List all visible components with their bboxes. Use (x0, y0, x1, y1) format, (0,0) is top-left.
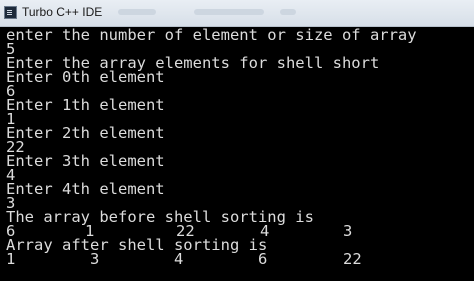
prompt-line: Enter 1th element (6, 96, 165, 114)
prompt-line: Enter 2th element (6, 124, 165, 142)
blurred-tab-area (280, 9, 296, 15)
after-value: 4 (174, 250, 184, 268)
turbo-cpp-window: Turbo C++ IDE enter the number of elemen… (0, 0, 474, 281)
after-value: 22 (343, 250, 362, 268)
prompt-line: Enter 0th element (6, 68, 165, 86)
prompt-line: Enter 3th element (6, 152, 165, 170)
prompt-line: Enter 4th element (6, 180, 165, 198)
title-bar[interactable]: Turbo C++ IDE (0, 0, 474, 27)
after-value: 1 (6, 250, 16, 268)
console-app-icon (4, 6, 17, 19)
console-output[interactable]: enter the number of element or size of a… (0, 27, 474, 281)
before-value: 3 (343, 222, 353, 240)
after-value: 3 (90, 250, 100, 268)
window-title: Turbo C++ IDE (22, 5, 103, 19)
blurred-tab-area (194, 9, 264, 15)
blurred-tab-area (118, 9, 156, 15)
prompt-line: enter the number of element or size of a… (6, 27, 417, 44)
after-value: 6 (258, 250, 268, 268)
output-heading-after: Array after shell sorting is (6, 236, 268, 254)
